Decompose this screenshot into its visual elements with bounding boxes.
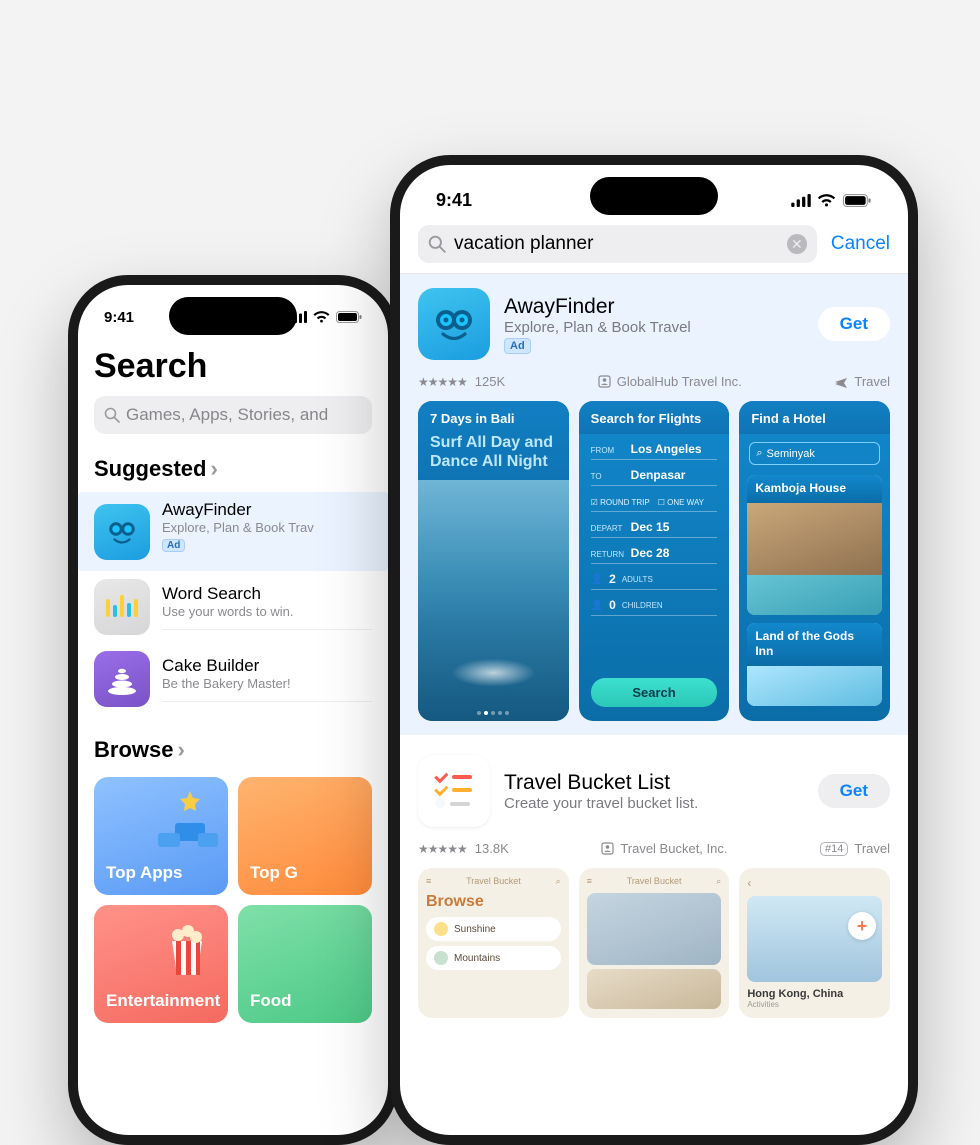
ad-badge: Ad [162, 539, 185, 552]
ratings-count: 13.8K [475, 841, 509, 856]
app-icon [94, 651, 150, 707]
search-input[interactable]: Games, Apps, Stories, and [94, 396, 372, 434]
search-icon [104, 407, 120, 423]
clear-icon[interactable]: ✕ [787, 234, 807, 254]
browse-tile-top-games[interactable]: Top G [238, 777, 372, 895]
app-subtitle: Be the Bakery Master! [162, 676, 372, 691]
app-name: Travel Bucket List [504, 771, 804, 795]
tile-label: Top Apps [106, 863, 182, 883]
cellular-icon [289, 311, 307, 323]
surf-image [418, 480, 569, 721]
search-result-travelbucket[interactable]: Travel Bucket List Create your travel bu… [400, 735, 908, 1018]
back-icon: ‹ [747, 876, 751, 890]
status-icons [791, 194, 872, 207]
suggested-item-wordsearch[interactable]: Word Search Use your words to win. [94, 571, 372, 643]
screenshot-3: Find a Hotel ⌕Seminyak Kamboja House Lan… [739, 401, 890, 721]
category-label: Travel [854, 374, 890, 389]
star-icon: ★★★★★ [418, 842, 467, 856]
rank-badge: #14 [820, 842, 848, 856]
search-value: vacation planner [454, 233, 779, 255]
app-icon [418, 755, 490, 827]
app-icon [94, 579, 150, 635]
chevron-right-icon: › [210, 456, 217, 482]
cancel-button[interactable]: Cancel [831, 233, 890, 255]
app-name: AwayFinder [162, 500, 372, 520]
status-time: 9:41 [436, 190, 472, 211]
cellular-icon [791, 194, 811, 207]
app-name: Cake Builder [162, 656, 372, 676]
search-icon: ⌕ [756, 447, 762, 460]
screenshots[interactable]: ≡Travel Bucket⌕ Browse Sunshine Mountain… [418, 868, 890, 1018]
plane-icon [834, 375, 848, 389]
phone-search-tab: 9:41 Search Games, Apps, Stories, and Su… [68, 275, 398, 1145]
trophy-icon [150, 783, 220, 853]
app-name: Word Search [162, 584, 372, 604]
screenshot-1: ≡Travel Bucket⌕ Browse Sunshine Mountain… [418, 868, 569, 1018]
wifi-icon [313, 311, 330, 323]
screenshot-3: ‹ + Hong Kong, China Activities [739, 868, 890, 1018]
browse-tile-entertainment[interactable]: Entertainment [94, 905, 228, 1023]
app-subtitle: Explore, Plan & Book Trav [162, 520, 372, 535]
app-name: AwayFinder [504, 295, 804, 319]
tile-label: Top G [250, 863, 298, 883]
chevron-right-icon: › [177, 737, 184, 763]
app-icon [94, 504, 150, 560]
browse-header[interactable]: Browse › [94, 715, 372, 773]
screenshot-2: ≡Travel Bucket⌕ [579, 868, 730, 1018]
status-time: 9:41 [104, 309, 134, 326]
battery-icon [336, 311, 362, 323]
add-icon: + [848, 912, 876, 940]
battery-icon [842, 194, 872, 207]
screenshots[interactable]: 7 Days in Bali Surf All Day and Dance Al… [418, 401, 890, 721]
developer-name: GlobalHub Travel Inc. [617, 374, 742, 389]
search-result-awayfinder[interactable]: AwayFinder Explore, Plan & Book Travel A… [400, 274, 908, 735]
app-info-row: ★★★★★ 125K GlobalHub Travel Inc. Travel [418, 374, 890, 389]
get-button[interactable]: Get [818, 307, 890, 341]
get-button[interactable]: Get [818, 774, 890, 808]
search-icon: ⌕ [716, 876, 721, 887]
ratings-count: 125K [475, 374, 505, 389]
app-info-row: ★★★★★ 13.8K Travel Bucket, Inc. #14 Trav… [418, 841, 890, 856]
star-icon: ★★★★★ [418, 375, 467, 389]
app-subtitle: Explore, Plan & Book Travel [504, 319, 804, 336]
app-icon [418, 288, 490, 360]
suggested-item-awayfinder[interactable]: AwayFinder Explore, Plan & Book Trav Ad [78, 492, 388, 571]
tile-label: Entertainment [106, 991, 220, 1011]
status-bar: 9:41 [400, 165, 908, 223]
browse-tile-top-apps[interactable]: Top Apps [94, 777, 228, 895]
phone-search-results: 9:41 vacation planner ✕ Cancel AwayFinde… [390, 155, 918, 1145]
search-icon [428, 235, 446, 253]
browse-tile-food[interactable]: Food [238, 905, 372, 1023]
category-label: Travel [854, 841, 890, 856]
screenshot-2: Search for Flights FROMLos Angeles TODen… [579, 401, 730, 721]
status-bar: 9:41 [78, 285, 388, 337]
suggested-item-cakebuilder[interactable]: Cake Builder Be the Bakery Master! [94, 643, 372, 715]
search-placeholder: Games, Apps, Stories, and [126, 405, 328, 425]
wifi-icon [817, 194, 836, 207]
screenshot-1: 7 Days in Bali Surf All Day and Dance Al… [418, 401, 569, 721]
status-icons [289, 311, 362, 323]
search-input[interactable]: vacation planner ✕ [418, 225, 817, 263]
developer-icon [598, 375, 611, 388]
suggested-header[interactable]: Suggested › [94, 434, 372, 492]
page-title: Search [94, 337, 372, 396]
app-subtitle: Use your words to win. [162, 604, 372, 619]
tile-label: Food [250, 991, 292, 1011]
developer-icon [601, 842, 614, 855]
ad-badge: Ad [504, 338, 531, 354]
app-subtitle: Create your travel bucket list. [504, 795, 804, 812]
popcorn-icon [150, 911, 220, 981]
developer-name: Travel Bucket, Inc. [620, 841, 727, 856]
search-icon: ⌕ [556, 876, 561, 887]
